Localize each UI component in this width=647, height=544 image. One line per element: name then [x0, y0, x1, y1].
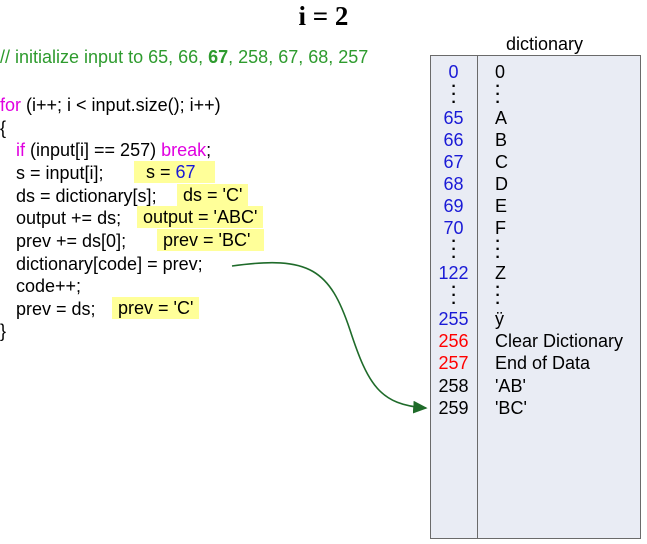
assignment-arrow — [231, 261, 428, 414]
